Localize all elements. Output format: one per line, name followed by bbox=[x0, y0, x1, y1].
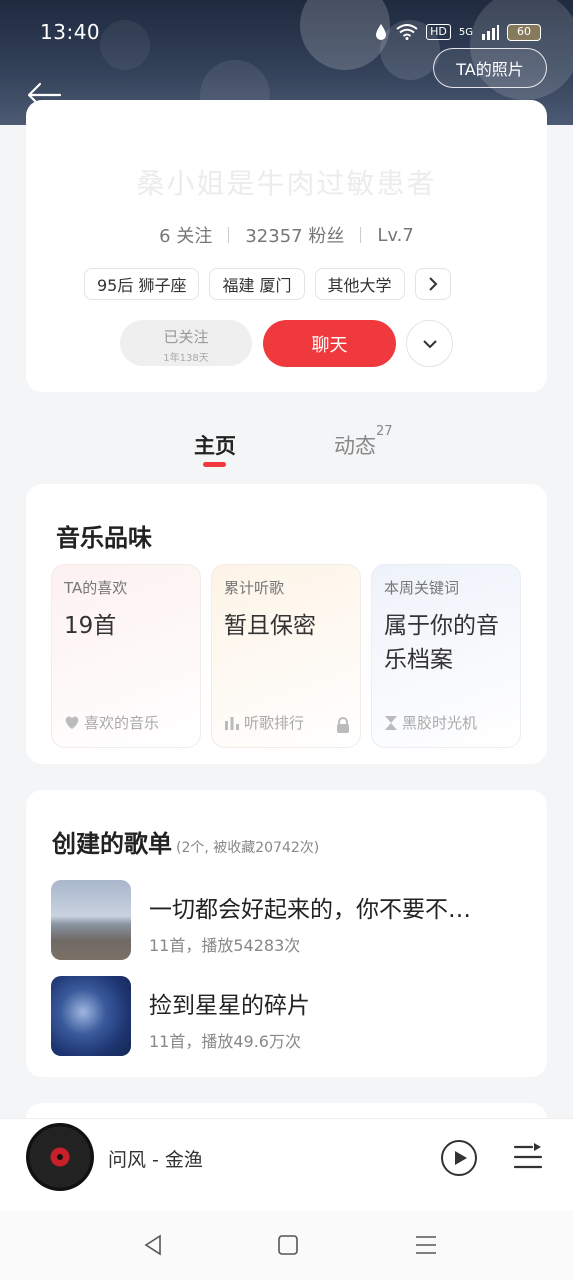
tab-feed-count: 27 bbox=[376, 424, 393, 439]
now-playing-title[interactable]: 问风 - 金渔 bbox=[108, 1145, 203, 1172]
followed-label: 已关注 bbox=[163, 328, 209, 346]
active-tab-indicator bbox=[203, 462, 226, 467]
playlists-subtitle: (2个, 被收藏20742次) bbox=[176, 840, 320, 856]
listen-history-footer: 听歌排行 bbox=[224, 712, 304, 733]
playlist-queue-icon[interactable] bbox=[512, 1141, 544, 1173]
music-taste-title: 音乐品味 bbox=[56, 524, 152, 552]
profile-tabs: 主页 动态27 bbox=[0, 420, 573, 470]
chevron-down-icon bbox=[422, 339, 437, 348]
mini-player[interactable]: 问风 - 金渔 bbox=[0, 1118, 573, 1210]
weekly-keywords-value: 属于你的音乐档案 bbox=[384, 613, 499, 673]
weekly-keywords-box[interactable]: 本周关键词 属于你的音乐档案 黑胶时光机 bbox=[371, 564, 521, 748]
playlist-cover bbox=[51, 976, 131, 1056]
created-playlists-card: 创建的歌单 (2个, 被收藏20742次) 一切都会好起来的，你不要不… 11首，… bbox=[26, 790, 547, 1077]
tags-more-button[interactable] bbox=[414, 268, 451, 300]
playlist-cover bbox=[51, 880, 131, 960]
nav-recents-icon[interactable] bbox=[413, 1232, 439, 1258]
nav-home-icon[interactable] bbox=[275, 1232, 301, 1258]
playlist-item[interactable]: 捡到星星的碎片 11首，播放49.6万次 bbox=[51, 976, 531, 1056]
playlist-name: 一切都会好起来的，你不要不… bbox=[149, 897, 471, 923]
tag-location[interactable]: 福建 厦门 bbox=[209, 268, 305, 300]
profile-tags: 95后 狮子座 福建 厦门 其他大学 bbox=[84, 268, 451, 300]
water-drop-icon bbox=[376, 24, 387, 40]
followed-duration: 1年138天 bbox=[163, 353, 209, 364]
profile-card: 桑小姐是牛肉过敏患者 6 关注 32357 粉丝 Lv.7 95后 狮子座 福建… bbox=[26, 100, 547, 392]
stats-divider bbox=[228, 227, 230, 243]
playlists-title-label: 创建的歌单 bbox=[52, 830, 172, 858]
liked-songs-footer-label: 喜欢的音乐 bbox=[84, 714, 160, 732]
status-icons: HD 5G 60 bbox=[374, 23, 541, 41]
playlist-meta: 11首，播放54283次 bbox=[149, 936, 301, 955]
weekly-keywords-label: 本周关键词 bbox=[384, 579, 460, 597]
system-navigation-bar bbox=[0, 1210, 573, 1280]
vinyl-disc-icon[interactable] bbox=[26, 1123, 94, 1191]
fans-count[interactable]: 32357 粉丝 bbox=[245, 222, 344, 248]
following-count[interactable]: 6 关注 bbox=[159, 222, 212, 248]
playlist-item[interactable]: 一切都会好起来的，你不要不… 11首，播放54283次 bbox=[51, 880, 531, 960]
play-icon[interactable] bbox=[440, 1139, 478, 1177]
ta-photos-button[interactable]: TA的照片 bbox=[433, 48, 547, 88]
expand-more-button[interactable] bbox=[406, 320, 453, 367]
liked-songs-label: TA的喜欢 bbox=[64, 579, 128, 597]
weekly-keywords-footer: 黑胶时光机 bbox=[384, 712, 477, 733]
playlist-meta: 11首，播放49.6万次 bbox=[149, 1032, 301, 1051]
bar-chart-icon bbox=[225, 717, 239, 730]
music-taste-card: 音乐品味 TA的喜欢 19首 喜欢的音乐 累计听歌 暂且保密 听歌排行 本周关键… bbox=[26, 484, 547, 764]
lock-icon bbox=[337, 717, 349, 733]
user-level[interactable]: Lv.7 bbox=[377, 225, 413, 246]
tab-home[interactable]: 主页 bbox=[194, 430, 236, 460]
listen-history-box[interactable]: 累计听歌 暂且保密 听歌排行 bbox=[211, 564, 361, 748]
signal-icon bbox=[482, 25, 499, 40]
tag-age-zodiac[interactable]: 95后 狮子座 bbox=[84, 268, 200, 300]
hd-badge: HD bbox=[426, 24, 451, 40]
listen-history-value: 暂且保密 bbox=[224, 613, 316, 639]
tag-school[interactable]: 其他大学 bbox=[314, 268, 405, 300]
heart-icon bbox=[65, 716, 79, 729]
profile-nickname: 桑小姐是牛肉过敏患者 bbox=[136, 167, 437, 200]
listen-history-footer-label: 听歌排行 bbox=[244, 714, 305, 732]
liked-songs-box[interactable]: TA的喜欢 19首 喜欢的音乐 bbox=[51, 564, 201, 748]
stats-divider bbox=[360, 227, 362, 243]
followed-button[interactable]: 已关注 1年138天 bbox=[120, 320, 252, 366]
playlist-name: 捡到星星的碎片 bbox=[149, 993, 310, 1019]
battery-indicator: 60 bbox=[507, 23, 541, 41]
chevron-right-icon bbox=[428, 277, 437, 291]
listen-history-label: 累计听歌 bbox=[224, 579, 285, 597]
hourglass-icon bbox=[385, 715, 397, 730]
status-time: 13:40 bbox=[40, 20, 101, 44]
chat-button[interactable]: 聊天 bbox=[263, 320, 396, 367]
playlists-title: 创建的歌单 (2个, 被收藏20742次) bbox=[52, 824, 319, 859]
tab-feed[interactable]: 动态27 bbox=[334, 424, 393, 460]
network-label: 5G bbox=[458, 26, 473, 38]
liked-songs-value: 19首 bbox=[64, 613, 117, 639]
wifi-icon bbox=[396, 24, 418, 40]
tab-feed-label: 动态 bbox=[334, 434, 376, 458]
profile-stats: 6 关注 32357 粉丝 Lv.7 bbox=[26, 222, 547, 248]
weekly-keywords-footer-label: 黑胶时光机 bbox=[402, 714, 478, 732]
liked-songs-footer: 喜欢的音乐 bbox=[64, 712, 159, 733]
nav-back-icon[interactable] bbox=[140, 1232, 166, 1258]
